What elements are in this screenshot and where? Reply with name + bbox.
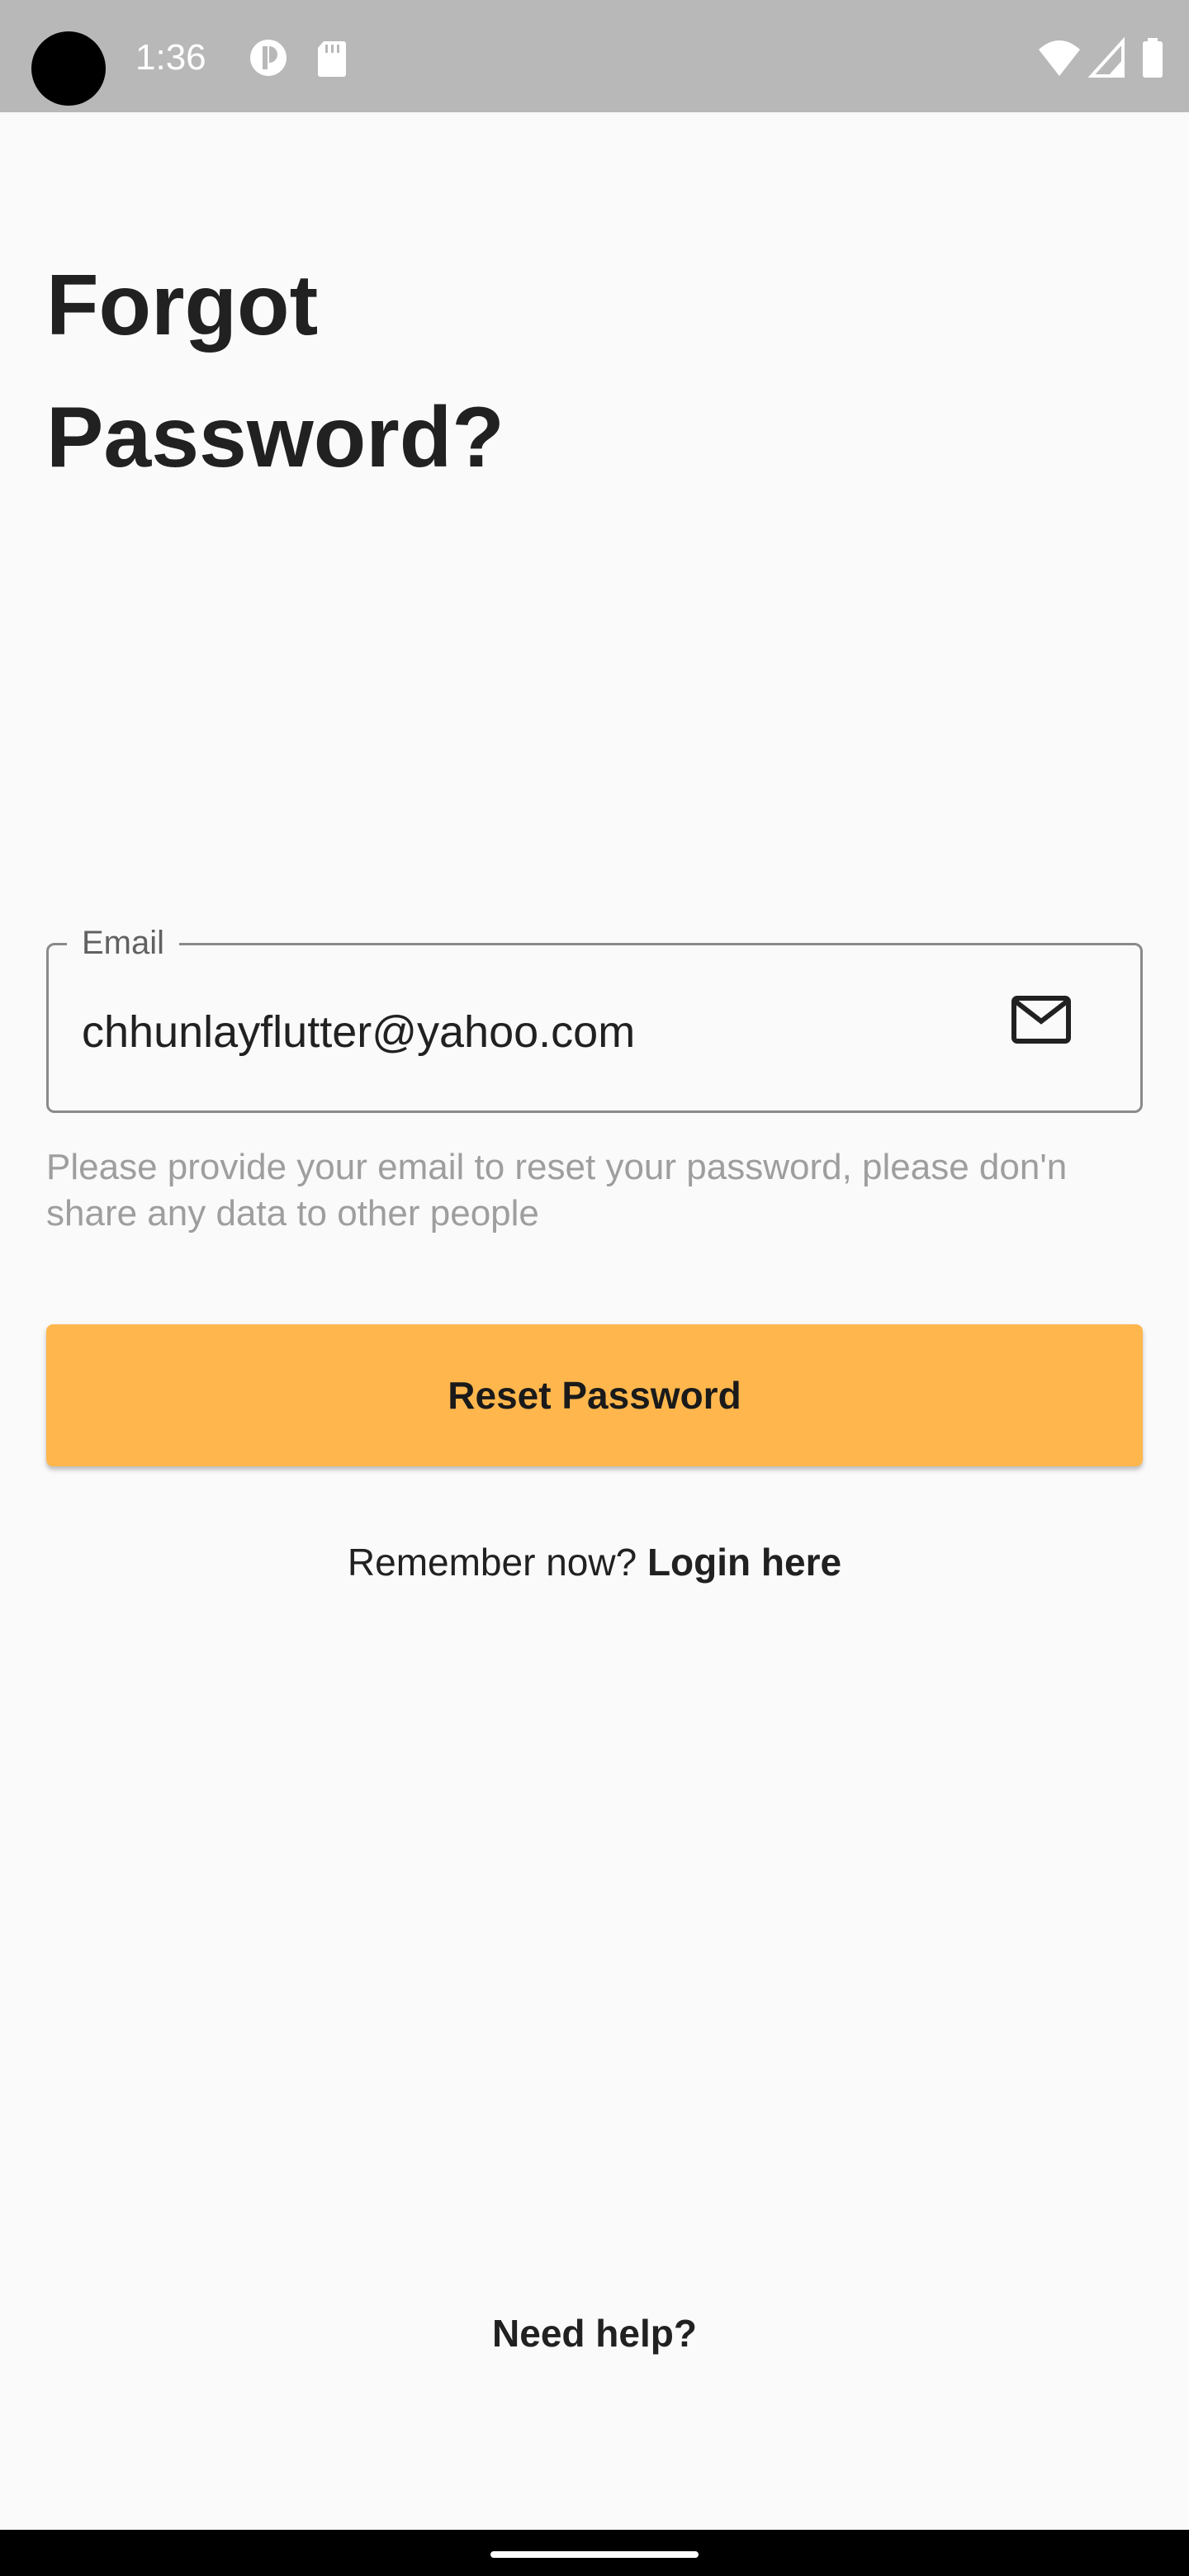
sd-card-icon bbox=[318, 41, 346, 77]
mail-icon bbox=[1011, 996, 1071, 1044]
camera-cutout bbox=[31, 31, 106, 106]
page-title: Forgot Password? bbox=[46, 258, 504, 485]
email-input[interactable]: chhunlayflutter@yahoo.com bbox=[82, 1003, 635, 1061]
app-notification-icon bbox=[250, 40, 287, 76]
email-label: Email bbox=[67, 922, 180, 964]
status-time: 1:36 bbox=[135, 37, 206, 78]
status-bar: 1:36 bbox=[0, 0, 1189, 112]
reset-password-button[interactable]: Reset Password bbox=[46, 1324, 1143, 1466]
wifi-icon bbox=[1039, 40, 1080, 76]
battery-icon bbox=[1143, 38, 1163, 78]
navigation-bar bbox=[0, 2530, 1189, 2576]
reset-password-label: Reset Password bbox=[448, 1374, 741, 1417]
email-helper-text: Please provide your email to reset your … bbox=[46, 1147, 1068, 1234]
need-help-link[interactable]: Need help? bbox=[0, 2308, 1189, 2358]
email-field[interactable]: Email chhunlayflutter@yahoo.com bbox=[46, 922, 1143, 1113]
forgot-password-screen: 1:36 Forgot Password? Email chhunlayflut… bbox=[0, 0, 1189, 2576]
login-here-link[interactable]: Login here bbox=[647, 1541, 841, 1584]
remember-prompt: Remember now? bbox=[347, 1541, 637, 1584]
cellular-signal-icon bbox=[1088, 36, 1125, 78]
remember-row: Remember now? Login here bbox=[0, 1537, 1189, 1587]
home-indicator[interactable] bbox=[490, 2551, 699, 2558]
